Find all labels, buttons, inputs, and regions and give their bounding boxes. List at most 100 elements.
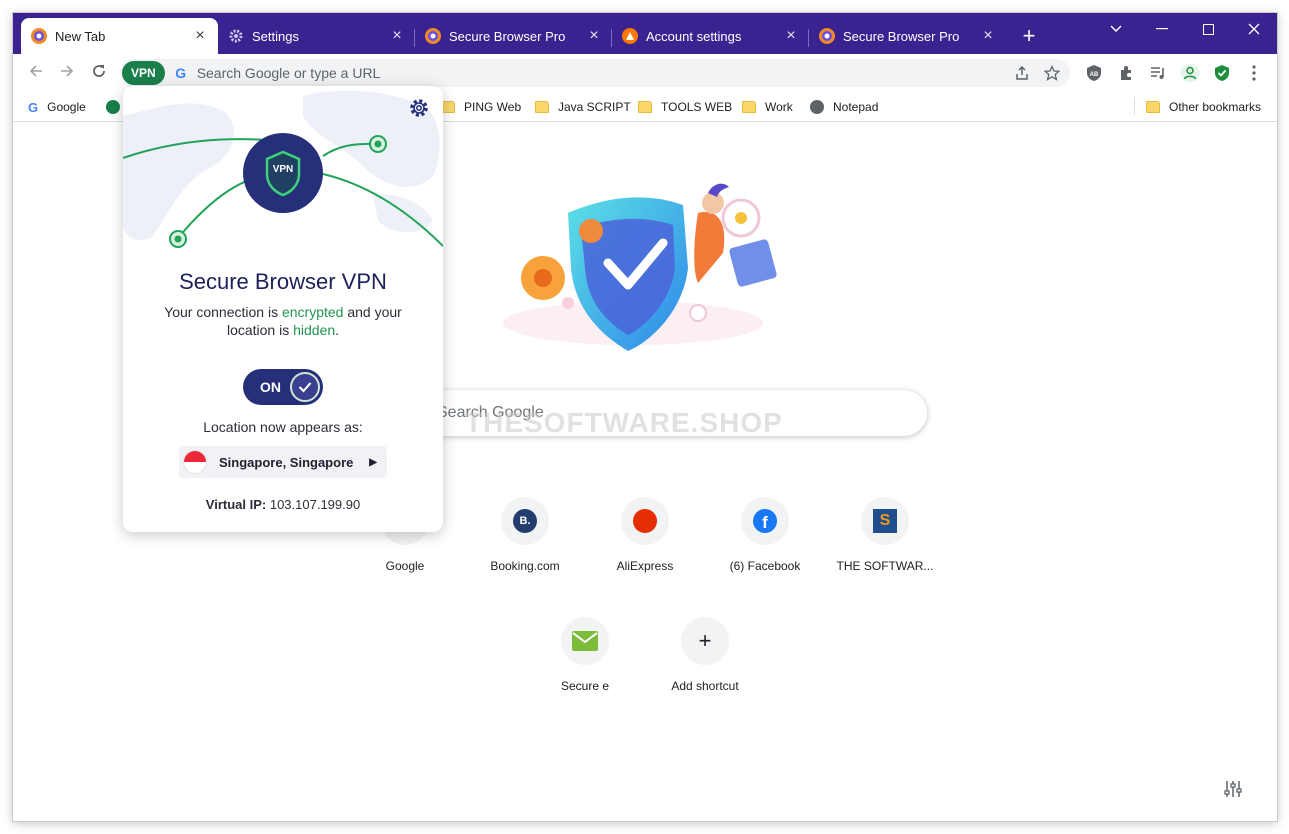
vpn-button[interactable]: VPN: [122, 61, 165, 85]
vpn-popup: VPN Secure Browser VPN Your connection i…: [123, 86, 443, 532]
tab-title: Settings: [252, 28, 299, 44]
secure-browser-icon: [31, 28, 47, 44]
profile-avatar-icon[interactable]: [1180, 63, 1200, 83]
location-selector[interactable]: Singapore, Singapore ▶: [179, 446, 387, 478]
address-input[interactable]: [196, 65, 1014, 81]
adblock-icon[interactable]: AB: [1084, 63, 1104, 83]
tab-search-button[interactable]: [1093, 15, 1139, 43]
settings-button[interactable]: [408, 97, 430, 124]
close-window-button[interactable]: [1231, 15, 1277, 43]
security-shield-icon[interactable]: [1212, 63, 1232, 83]
location-label: Location now appears as:: [203, 419, 363, 435]
singapore-flag-icon: [183, 450, 207, 474]
extensions-icon[interactable]: [1116, 63, 1136, 83]
shortcut-booking[interactable]: B. Booking.com: [469, 489, 581, 589]
new-tab-button[interactable]: +: [1017, 25, 1041, 49]
shortcut-aliexpress[interactable]: AliExpress: [589, 489, 701, 589]
globe-icon: [810, 100, 824, 114]
tab-account-settings[interactable]: Account settings ×: [612, 18, 809, 54]
bookmark-label: TOOLS WEB: [661, 100, 733, 114]
bookmark-work[interactable]: Work: [742, 97, 793, 117]
shortcut-label: Booking.com: [490, 559, 560, 573]
caret-right-icon: ▶: [369, 456, 377, 468]
customize-page-button[interactable]: [1223, 779, 1245, 801]
back-button[interactable]: [25, 62, 47, 84]
browser-window: New Tab × Settings × Secure Browser Pro …: [13, 13, 1277, 821]
tab-title: Secure Browser Pro: [843, 28, 960, 44]
facebook-icon: f: [741, 497, 789, 545]
tab-new-tab[interactable]: New Tab ×: [21, 18, 218, 54]
tab-title: Account settings: [646, 28, 742, 44]
bookmarks-divider: [1134, 97, 1135, 115]
aliexpress-icon: [621, 497, 669, 545]
tab-strip: New Tab × Settings × Secure Browser Pro …: [13, 13, 1277, 54]
secure-browser-icon: [425, 28, 441, 44]
minimize-icon: [1156, 28, 1168, 30]
svg-text:AB: AB: [1090, 72, 1099, 78]
mail-icon: [561, 617, 609, 665]
maximize-icon: [1202, 23, 1214, 35]
close-icon[interactable]: ×: [980, 28, 996, 44]
bookmark-label: Other bookmarks: [1169, 100, 1262, 114]
bookmark-tools-web[interactable]: TOOLS WEB: [638, 97, 732, 117]
media-control-icon[interactable]: [1148, 63, 1168, 83]
add-shortcut-button[interactable]: + Add shortcut: [649, 609, 761, 709]
world-map-illustration: [123, 90, 443, 248]
tab-settings[interactable]: Settings ×: [218, 18, 415, 54]
bookmark-label: Java SCRIPT: [558, 100, 631, 114]
omnibox[interactable]: VPN G: [120, 59, 1070, 87]
thesoftware-icon: S: [861, 497, 909, 545]
shortcut-facebook[interactable]: f (6) Facebook: [709, 489, 821, 589]
bookmark-label: Google: [47, 100, 86, 114]
shortcut-secure-email[interactable]: Secure e: [529, 609, 641, 709]
close-icon[interactable]: ×: [389, 28, 405, 44]
arrow-right-icon: [61, 65, 74, 77]
folder-icon: [1146, 101, 1160, 113]
plus-icon: +: [681, 617, 729, 665]
google-icon: G: [28, 99, 39, 115]
avast-icon: [622, 28, 638, 44]
tab-secure-browser-pro-2[interactable]: Secure Browser Pro ×: [809, 18, 1006, 54]
search-input[interactable]: [437, 404, 737, 422]
menu-kebab-icon[interactable]: [1244, 63, 1264, 83]
bookmark-notepad[interactable]: Notepad: [810, 97, 878, 117]
close-icon[interactable]: ×: [783, 28, 799, 44]
bookmark-label: Work: [765, 100, 793, 114]
shortcut-label: AliExpress: [616, 559, 674, 573]
close-icon[interactable]: ×: [192, 28, 208, 44]
forward-button[interactable]: [56, 62, 78, 84]
folder-icon: [441, 101, 455, 113]
bookmark-google[interactable]: G Google: [28, 97, 86, 117]
vpn-shield-badge: VPN: [272, 164, 294, 175]
location-value: Singapore, Singapore: [219, 454, 354, 470]
booking-icon: B.: [501, 497, 549, 545]
chevron-down-icon: [1110, 25, 1122, 33]
google-search-box[interactable]: [364, 390, 927, 436]
folder-icon: [638, 101, 652, 113]
shortcut-thesoftware[interactable]: S THE SOFTWAR...: [829, 489, 941, 589]
bookmark-java-script[interactable]: Java SCRIPT: [535, 97, 631, 117]
close-icon[interactable]: ×: [586, 28, 602, 44]
share-icon[interactable]: [1014, 65, 1030, 81]
maximize-button[interactable]: [1185, 15, 1231, 43]
popup-description: Your connection is encrypted and your lo…: [164, 304, 402, 338]
hero-illustration: [503, 183, 777, 351]
bookmark-extension[interactable]: [106, 97, 120, 117]
vpn-toggle[interactable]: ON: [243, 369, 323, 405]
minimize-button[interactable]: [1139, 15, 1185, 43]
google-icon: G: [175, 65, 187, 81]
shortcut-label: Google: [385, 559, 425, 573]
bookmark-other[interactable]: Other bookmarks: [1146, 97, 1261, 117]
tab-secure-browser-pro[interactable]: Secure Browser Pro ×: [415, 18, 612, 54]
reload-button[interactable]: [88, 62, 110, 84]
check-icon: [290, 372, 320, 402]
secure-browser-icon: [819, 28, 835, 44]
popup-title: Secure Browser VPN: [179, 269, 387, 294]
bookmark-ping-web[interactable]: PING Web: [441, 97, 521, 117]
extension-icon: [106, 100, 120, 114]
bookmark-label: PING Web: [464, 100, 522, 114]
gear-icon: [228, 28, 244, 44]
star-icon[interactable]: [1044, 65, 1060, 81]
bookmark-label: Notepad: [833, 100, 879, 114]
gear-icon: [410, 99, 428, 117]
